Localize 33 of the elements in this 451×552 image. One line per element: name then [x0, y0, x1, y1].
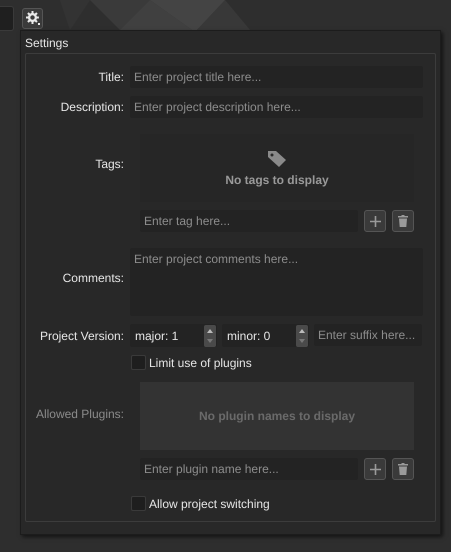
tag-icon — [266, 149, 288, 169]
checkbox[interactable] — [131, 496, 146, 511]
add-button[interactable] — [364, 458, 386, 480]
field-label: Tags: — [95, 157, 124, 171]
minor-spinbox[interactable]: minor: 0 — [222, 324, 309, 347]
trash-icon — [398, 463, 408, 475]
field-label: Comments: — [62, 271, 124, 285]
description-field[interactable]: Enter project description here... — [130, 96, 423, 118]
comments-field[interactable]: Enter project comments here... — [130, 248, 423, 316]
checkbox-label: Limit use of plugins — [149, 356, 252, 370]
field-label: Title: — [98, 70, 124, 84]
title-field[interactable]: Enter project title here... — [130, 66, 423, 88]
spinner-arrows-icon — [204, 324, 216, 346]
suffix-field[interactable]: Enter suffix here... — [314, 324, 422, 346]
field-label: Description: — [60, 100, 124, 114]
settings-button[interactable] — [22, 8, 43, 28]
field-label: Allowed Plugins: — [36, 407, 124, 421]
empty-message: No tags to display — [225, 173, 329, 187]
add-button[interactable] — [364, 210, 386, 232]
trash-icon — [398, 215, 408, 227]
tag-input[interactable]: Enter tag here... — [140, 210, 358, 232]
checkbox-label: Allow project switching — [149, 496, 270, 510]
settings-icon — [26, 11, 40, 25]
delete-button[interactable] — [392, 458, 414, 480]
plus-icon — [370, 464, 380, 474]
plus-icon — [370, 216, 380, 226]
field-label: Project Version: — [40, 328, 124, 342]
major-spinbox[interactable]: major: 1 — [130, 324, 217, 347]
spinner-arrows-icon — [296, 324, 308, 346]
checkbox[interactable] — [131, 355, 146, 370]
popup-title: Settings — [25, 36, 68, 50]
toolbar-field[interactable] — [0, 6, 14, 30]
delete-button[interactable] — [392, 210, 414, 232]
